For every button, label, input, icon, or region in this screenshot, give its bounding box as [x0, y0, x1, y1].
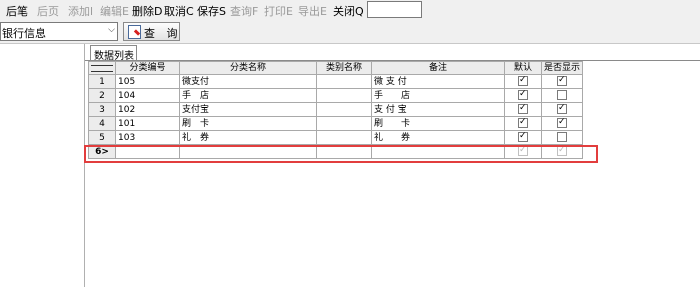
table-row[interactable]: 4 101 刷 卡 刷 卡	[88, 116, 584, 131]
print-button[interactable]: 打印E	[264, 3, 293, 19]
filter-bar: 银行信息 ⌵ 查 询	[0, 20, 700, 44]
toolbar-input[interactable]	[367, 1, 422, 18]
delete-button[interactable]: 删除D	[132, 3, 162, 19]
category-combo-value: 银行信息	[2, 27, 46, 40]
cell-show[interactable]	[540, 116, 584, 131]
cell-default[interactable]	[504, 74, 542, 89]
cell-code[interactable]: 101	[115, 116, 180, 131]
grid-header-row: 分类编号 分类名称 类别名称 备注 默认 是否显示	[88, 61, 584, 75]
cell-name[interactable]: 微支付	[179, 74, 317, 89]
cell-category[interactable]	[316, 130, 372, 145]
right-pane: 数据列表 分类编号 分类名称 类别名称 备注 默认 是否显示 1 105 微支付…	[85, 44, 700, 287]
show-checkbox[interactable]	[557, 90, 567, 100]
cell-default[interactable]	[504, 116, 542, 131]
table-row[interactable]: 2 104 手 店 手 店	[88, 88, 584, 103]
close-button[interactable]: 关闭Q	[333, 3, 364, 19]
grid-corner-header[interactable]	[88, 61, 116, 75]
edit-button[interactable]: 编辑E	[100, 3, 129, 19]
export-button[interactable]: 导出E	[298, 3, 327, 19]
column-header-default[interactable]: 默认	[504, 61, 542, 75]
show-checkbox[interactable]	[557, 118, 567, 128]
query-toolbar-button[interactable]: 查询F	[230, 3, 258, 19]
cell-show[interactable]	[540, 88, 584, 103]
last-record-button[interactable]: 后笔	[6, 3, 28, 19]
toolbar: 后笔 后页 添加l 编辑E 删除D 取消C 保存S 查询F 打印E 导出E 关闭…	[0, 0, 700, 20]
table-row[interactable]: 1 105 微支付 微 支 付	[88, 74, 584, 89]
cell-category[interactable]	[316, 88, 372, 103]
cell-name[interactable]: 手 店	[179, 88, 317, 103]
show-checkbox[interactable]	[557, 76, 567, 86]
cell-name[interactable]: 刷 卡	[179, 116, 317, 131]
default-checkbox[interactable]	[518, 90, 528, 100]
cell-category[interactable]	[316, 102, 372, 117]
corner-lines-icon	[91, 65, 113, 72]
cell-note[interactable]: 礼 券	[371, 130, 505, 145]
default-checkbox[interactable]	[518, 132, 528, 142]
row-number[interactable]: 5	[88, 130, 116, 145]
cell-default[interactable]	[504, 88, 542, 103]
cancel-button[interactable]: 取消C	[164, 3, 194, 19]
column-header-show[interactable]: 是否显示	[540, 61, 584, 75]
cell-code[interactable]: 102	[115, 102, 180, 117]
table-row[interactable]: 5 103 礼 券 礼 券	[88, 130, 584, 145]
query-button[interactable]: 查 询	[123, 22, 180, 41]
cell-default[interactable]	[504, 102, 542, 117]
highlight-box	[84, 145, 598, 163]
next-page-button[interactable]: 后页	[37, 3, 59, 19]
cell-show[interactable]	[540, 130, 584, 145]
row-number[interactable]: 4	[88, 116, 116, 131]
cell-category[interactable]	[316, 74, 372, 89]
save-button[interactable]: 保存S	[197, 3, 226, 19]
cell-note[interactable]: 手 店	[371, 88, 505, 103]
cell-note[interactable]: 微 支 付	[371, 74, 505, 89]
cell-name[interactable]: 支付宝	[179, 102, 317, 117]
column-header-category[interactable]: 类别名称	[316, 61, 372, 75]
cell-category[interactable]	[316, 116, 372, 131]
cell-name[interactable]: 礼 券	[179, 130, 317, 145]
show-checkbox[interactable]	[557, 104, 567, 114]
tab-data-list[interactable]: 数据列表	[90, 45, 137, 62]
cell-code[interactable]: 104	[115, 88, 180, 103]
chevron-down-icon[interactable]: ⌵	[108, 25, 115, 35]
column-header-code[interactable]: 分类编号	[115, 61, 180, 75]
default-checkbox[interactable]	[518, 76, 528, 86]
left-pane	[0, 44, 85, 287]
cell-show[interactable]	[540, 102, 584, 117]
add-button[interactable]: 添加l	[68, 3, 93, 19]
query-button-label: 查 询	[144, 27, 182, 40]
query-icon	[128, 25, 141, 39]
row-number[interactable]: 1	[88, 74, 116, 89]
column-header-name[interactable]: 分类名称	[179, 61, 317, 75]
table-row[interactable]: 3 102 支付宝 支 付 宝	[88, 102, 584, 117]
row-number[interactable]: 2	[88, 88, 116, 103]
row-number[interactable]: 3	[88, 102, 116, 117]
cell-default[interactable]	[504, 130, 542, 145]
cell-code[interactable]: 105	[115, 74, 180, 89]
category-combo[interactable]: 银行信息 ⌵	[0, 22, 118, 41]
cell-code[interactable]: 103	[115, 130, 180, 145]
default-checkbox[interactable]	[518, 104, 528, 114]
default-checkbox[interactable]	[518, 118, 528, 128]
show-checkbox[interactable]	[557, 132, 567, 142]
cell-show[interactable]	[540, 74, 584, 89]
cell-note[interactable]: 支 付 宝	[371, 102, 505, 117]
column-header-note[interactable]: 备注	[371, 61, 505, 75]
cell-note[interactable]: 刷 卡	[371, 116, 505, 131]
